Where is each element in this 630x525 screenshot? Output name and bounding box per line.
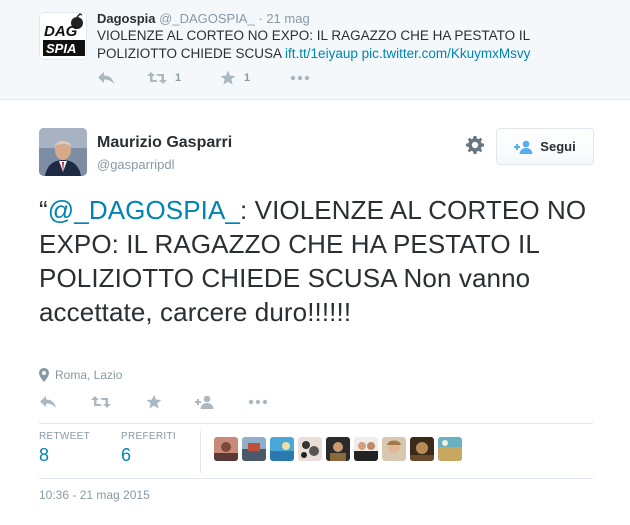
retweet-button[interactable]: 1 — [147, 69, 181, 87]
tweet-actions — [39, 393, 299, 413]
quoted-tweet-links[interactable]: ift.tt/1eiyaup pic.twitter.com/KkuymxMsv… — [285, 46, 530, 61]
favoriter-avatar[interactable] — [354, 437, 378, 461]
favorites-stat[interactable]: PREFERITI 6 — [121, 431, 176, 466]
favorite-button[interactable] — [146, 393, 162, 411]
quoted-tweet-text: VIOLENZE AL CORTEO NO EXPO: IL RAGAZZO C… — [97, 27, 607, 62]
reply-icon — [98, 72, 114, 84]
more-icon — [248, 399, 268, 405]
star-icon — [220, 70, 236, 85]
more-button[interactable] — [248, 393, 268, 411]
favoriter-avatar[interactable] — [410, 437, 434, 461]
quoted-author-name[interactable]: Dagospia — [97, 11, 156, 26]
tweet-text: “@_DAGOSPIA_: VIOLENZE AL CORTEO NO EXPO… — [39, 193, 609, 329]
author-avatar[interactable] — [39, 128, 87, 176]
add-user-icon — [514, 140, 533, 154]
reply-icon — [40, 396, 56, 408]
stats-separator — [200, 431, 201, 473]
favorites-label: PREFERITI — [121, 431, 176, 442]
more-icon — [290, 75, 310, 81]
follow-author-button[interactable] — [195, 393, 215, 411]
star-icon — [146, 394, 162, 409]
favorites-value: 6 — [121, 445, 132, 465]
retweets-value: 8 — [39, 445, 50, 465]
retweet-button[interactable] — [91, 393, 111, 411]
mention-link[interactable]: @_DAGOSPIA_ — [48, 195, 240, 225]
retweet-icon — [147, 72, 167, 84]
separator-dot: · — [258, 11, 263, 26]
favoriter-avatar[interactable] — [270, 437, 294, 461]
author-handle[interactable]: @gasparripdl — [97, 157, 175, 172]
stats-top-divider — [39, 423, 593, 424]
favoriter-avatar[interactable] — [242, 437, 266, 461]
tweet-timestamp[interactable]: 10:36 - 21 mag 2015 — [39, 488, 150, 502]
retweets-stat[interactable]: RETWEET 8 — [39, 431, 90, 466]
quoted-tweet[interactable]: DAG SPIA Dagospia @_DAGOSPIA_ · 21 mag V… — [0, 0, 630, 100]
author-name[interactable]: Maurizio Gasparri — [97, 134, 232, 152]
retweets-label: RETWEET — [39, 431, 90, 442]
location-label: Roma, Lazio — [55, 368, 123, 382]
location-pin-icon — [39, 368, 49, 382]
retweet-count: 1 — [175, 72, 182, 84]
quoted-author-handle[interactable]: @_DAGOSPIA_ — [159, 11, 255, 26]
dagospia-avatar[interactable]: DAG SPIA — [39, 12, 87, 60]
retweet-icon — [91, 396, 111, 408]
favoriter-avatar[interactable] — [326, 437, 350, 461]
gear-icon — [466, 136, 484, 154]
tweet-location[interactable]: Roma, Lazio — [39, 368, 122, 382]
open-quote: “ — [39, 195, 48, 225]
follow-button[interactable]: Segui — [496, 128, 594, 165]
reply-button[interactable] — [39, 393, 57, 411]
follow-label: Segui — [540, 139, 576, 154]
favoriters-list — [214, 437, 462, 461]
svg-text:DAG: DAG — [44, 23, 78, 40]
favorite-button[interactable]: 1 — [220, 69, 250, 87]
quoted-timestamp[interactable]: 21 mag — [266, 11, 309, 26]
settings-button[interactable] — [465, 135, 485, 155]
favoriter-avatar[interactable] — [298, 437, 322, 461]
favoriter-avatar[interactable] — [382, 437, 406, 461]
svg-text:SPIA: SPIA — [46, 41, 76, 56]
reply-button[interactable] — [97, 69, 115, 87]
favoriter-avatar[interactable] — [438, 437, 462, 461]
more-button[interactable] — [290, 69, 310, 87]
favoriter-avatar[interactable] — [214, 437, 238, 461]
follow-icon — [195, 395, 214, 409]
favorite-count: 1 — [244, 72, 251, 84]
stats-bottom-divider — [39, 478, 593, 479]
